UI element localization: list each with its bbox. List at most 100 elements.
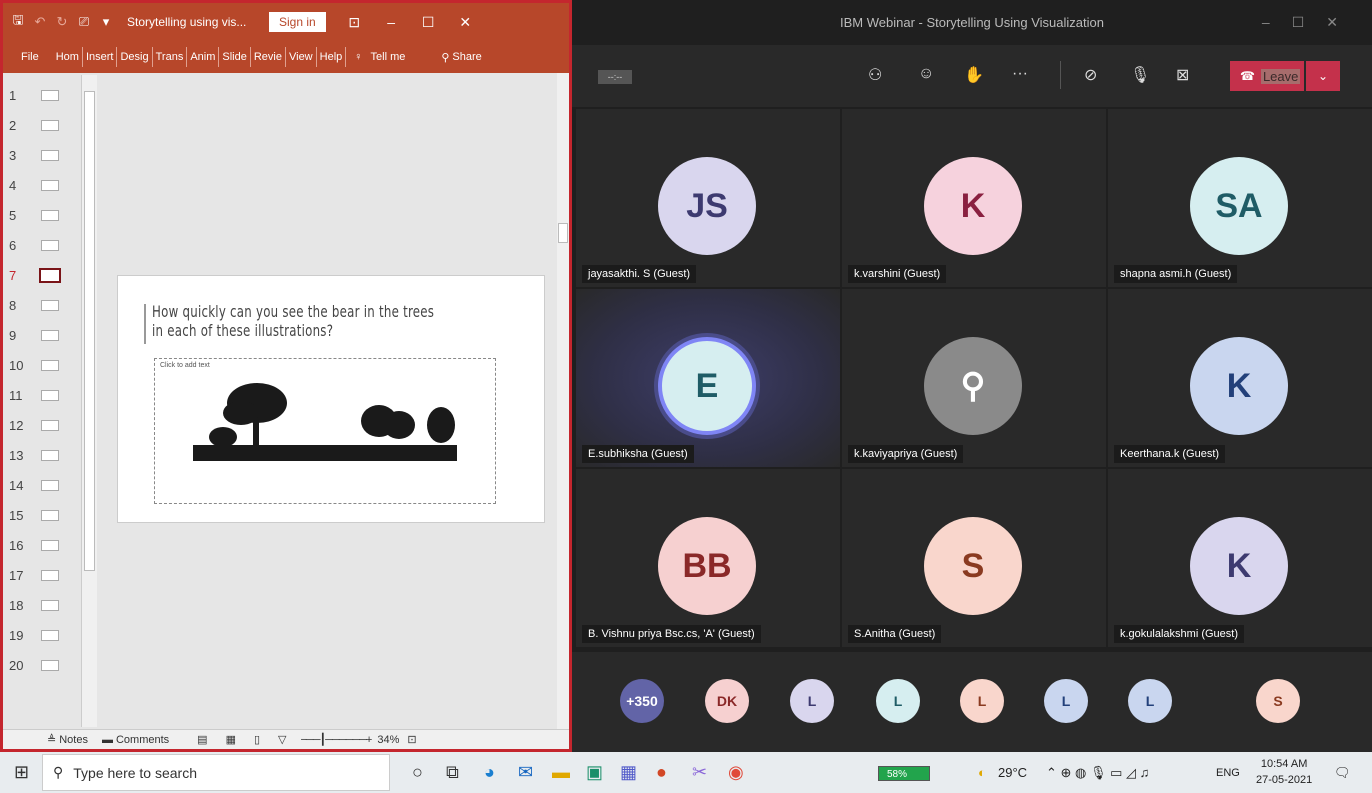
tab-home[interactable]: Hom [53,47,83,67]
sorter-view-icon[interactable]: ▦ [226,733,236,746]
chat-icon[interactable]: ☺ [918,65,934,83]
participant-tile[interactable]: SA shapna asmi.h (Guest) [1108,109,1372,287]
current-slide[interactable]: How quickly can you see the bear in the … [117,275,545,523]
participant-name: B. Vishnu priya Bsc.cs, 'A' (Guest) [582,625,761,643]
reading-view-icon[interactable]: ▯ [254,733,260,746]
temperature[interactable]: 29°C [998,765,1027,780]
ribbon-display-icon[interactable]: ⊡ [336,14,373,31]
start-icon[interactable]: ⊞ [14,762,29,783]
clock[interactable]: 10:54 AM 27-05-2021 [1256,756,1312,788]
avatar: S [924,517,1022,615]
zoom-level[interactable]: 34% [377,734,399,746]
teams-icon[interactable]: ▦ [620,762,637,783]
avatar: SA [1190,157,1288,255]
slide-preview [41,569,59,581]
app-l-icon[interactable]: ▣ [586,762,603,783]
share-button[interactable]: Share [452,51,481,63]
slide-number: 19 [9,627,24,643]
tab-file[interactable]: File [3,51,53,63]
content-placeholder[interactable]: Click to add text [154,358,496,504]
teams-window-controls[interactable]: –☐✕ [1262,14,1360,31]
slide-number: 9 [9,327,17,343]
participant-name: k.gokulalakshmi (Guest) [1114,625,1244,643]
slide-number: 4 [9,177,17,193]
participant-tile[interactable]: S S.Anitha (Guest) [842,469,1106,647]
minimize-button[interactable]: – [373,14,410,30]
slide-number: 6 [9,237,17,253]
participant-avatar[interactable]: L [960,679,1004,723]
slide-preview [41,119,59,131]
overflow-participants-count[interactable]: +350 [620,679,664,723]
tab-insert[interactable]: Insert [83,47,118,67]
thumbnail-scrollbar[interactable] [81,75,97,727]
leave-dropdown[interactable]: ⌄ [1306,61,1340,91]
slide-editor: How quickly can you see the bear in the … [97,73,557,729]
notes-icon[interactable]: ≜ [47,733,56,746]
notifications-icon[interactable]: 🗨 [1334,765,1351,781]
participant-tile[interactable]: BB B. Vishnu priya Bsc.cs, 'A' (Guest) [576,469,840,647]
task-view-icon[interactable]: ⧉ [446,762,459,783]
fit-slide-icon[interactable]: ⊡ [407,733,416,746]
taskbar-search[interactable]: ⚲ Type here to search [42,754,390,791]
tab-design[interactable]: Desig [117,47,153,67]
tab-view[interactable]: View [286,47,317,67]
tab-review[interactable]: Revie [251,47,286,67]
normal-view-icon[interactable]: ▤ [197,733,207,746]
participant-tile[interactable]: ⚲ k.kaviyapriya (Guest) [842,289,1106,467]
participant-avatar[interactable]: S [1256,679,1300,723]
share-tray-icon[interactable]: ⊠ [1176,65,1189,85]
leave-button[interactable]: ☎ Leave [1230,61,1304,91]
slide-number: 1 [9,87,17,103]
slide-preview [39,267,61,283]
tab-transitions[interactable]: Trans [153,47,188,67]
slideshow-view-icon[interactable]: ▽ [278,733,286,746]
slide-number: 14 [9,477,24,493]
comments-icon[interactable]: ▬ [102,734,113,746]
file-explorer-icon[interactable]: ▬ [552,762,570,783]
avatar: E [658,337,756,435]
tell-me-search[interactable]: Tell me [371,51,406,63]
tab-animations[interactable]: Anim [187,47,220,67]
participant-avatar[interactable]: L [876,679,920,723]
editor-scrollbar[interactable] [557,73,569,729]
slide-preview [41,89,59,101]
more-actions-icon[interactable]: ··· [1012,65,1028,83]
participant-tile[interactable]: JS jayasakthi. S (Guest) [576,109,840,287]
participant-avatar[interactable]: L [1128,679,1172,723]
language-indicator[interactable]: ENG [1216,767,1240,779]
participant-avatar[interactable]: L [790,679,834,723]
show-hidden-icons[interactable]: ⌃ ⊕ ◍ 🎙 ▭ ◿ ♫ [1046,765,1149,781]
powerpoint-window: 🖫 ↶ ↻ ⎚ ▾ Storytelling using vis... Sign… [0,0,572,752]
customize-qat-icon[interactable]: ▾ [95,14,117,30]
chrome-icon[interactable]: ◉ [728,762,744,783]
microphone-icon[interactable]: 🎙 [1130,65,1150,85]
notes-button[interactable]: Notes [59,734,88,746]
close-button[interactable]: ✕ [447,14,484,31]
participant-avatar[interactable]: L [1044,679,1088,723]
raise-hand-icon[interactable]: ✋ [964,65,984,85]
participants-icon[interactable]: ⚇ [868,65,882,85]
powerpoint-icon[interactable]: ● [656,762,667,783]
participant-tile[interactable]: Kk.gokulalakshmi (Guest) [1108,469,1372,647]
camera-off-icon[interactable]: ⊘ [1084,65,1097,85]
save-icon[interactable]: 🖫 [7,11,29,33]
sign-in-button[interactable]: Sign in [269,12,326,32]
participant-tile[interactable]: K Keerthana.k (Guest) [1108,289,1372,467]
participant-tile[interactable]: E E.subhiksha (Guest) [576,289,840,467]
mail-icon[interactable]: ✉ [518,762,533,783]
tab-slideshow[interactable]: Slide [219,47,251,67]
participant-tile[interactable]: Kk.varshini (Guest) [842,109,1106,287]
weather-icon[interactable]: ◐ [978,765,986,780]
present-icon[interactable]: ⎚ [73,14,95,30]
tab-help[interactable]: Help [317,47,347,67]
zoom-slider[interactable]: −──┃──────+ [301,733,373,746]
cortana-icon[interactable]: ○ [412,762,423,783]
participant-avatar[interactable]: DK [705,679,749,723]
undo-icon[interactable]: ↶ [29,14,51,30]
edge-icon[interactable]: ◕ [484,762,495,783]
slide-title[interactable]: How quickly can you see the bear in the … [152,302,434,340]
redo-icon[interactable]: ↻ [51,14,73,30]
comments-button[interactable]: Comments [116,734,169,746]
snipping-icon[interactable]: ✂ [692,762,707,783]
maximize-button[interactable]: ☐ [410,14,447,31]
